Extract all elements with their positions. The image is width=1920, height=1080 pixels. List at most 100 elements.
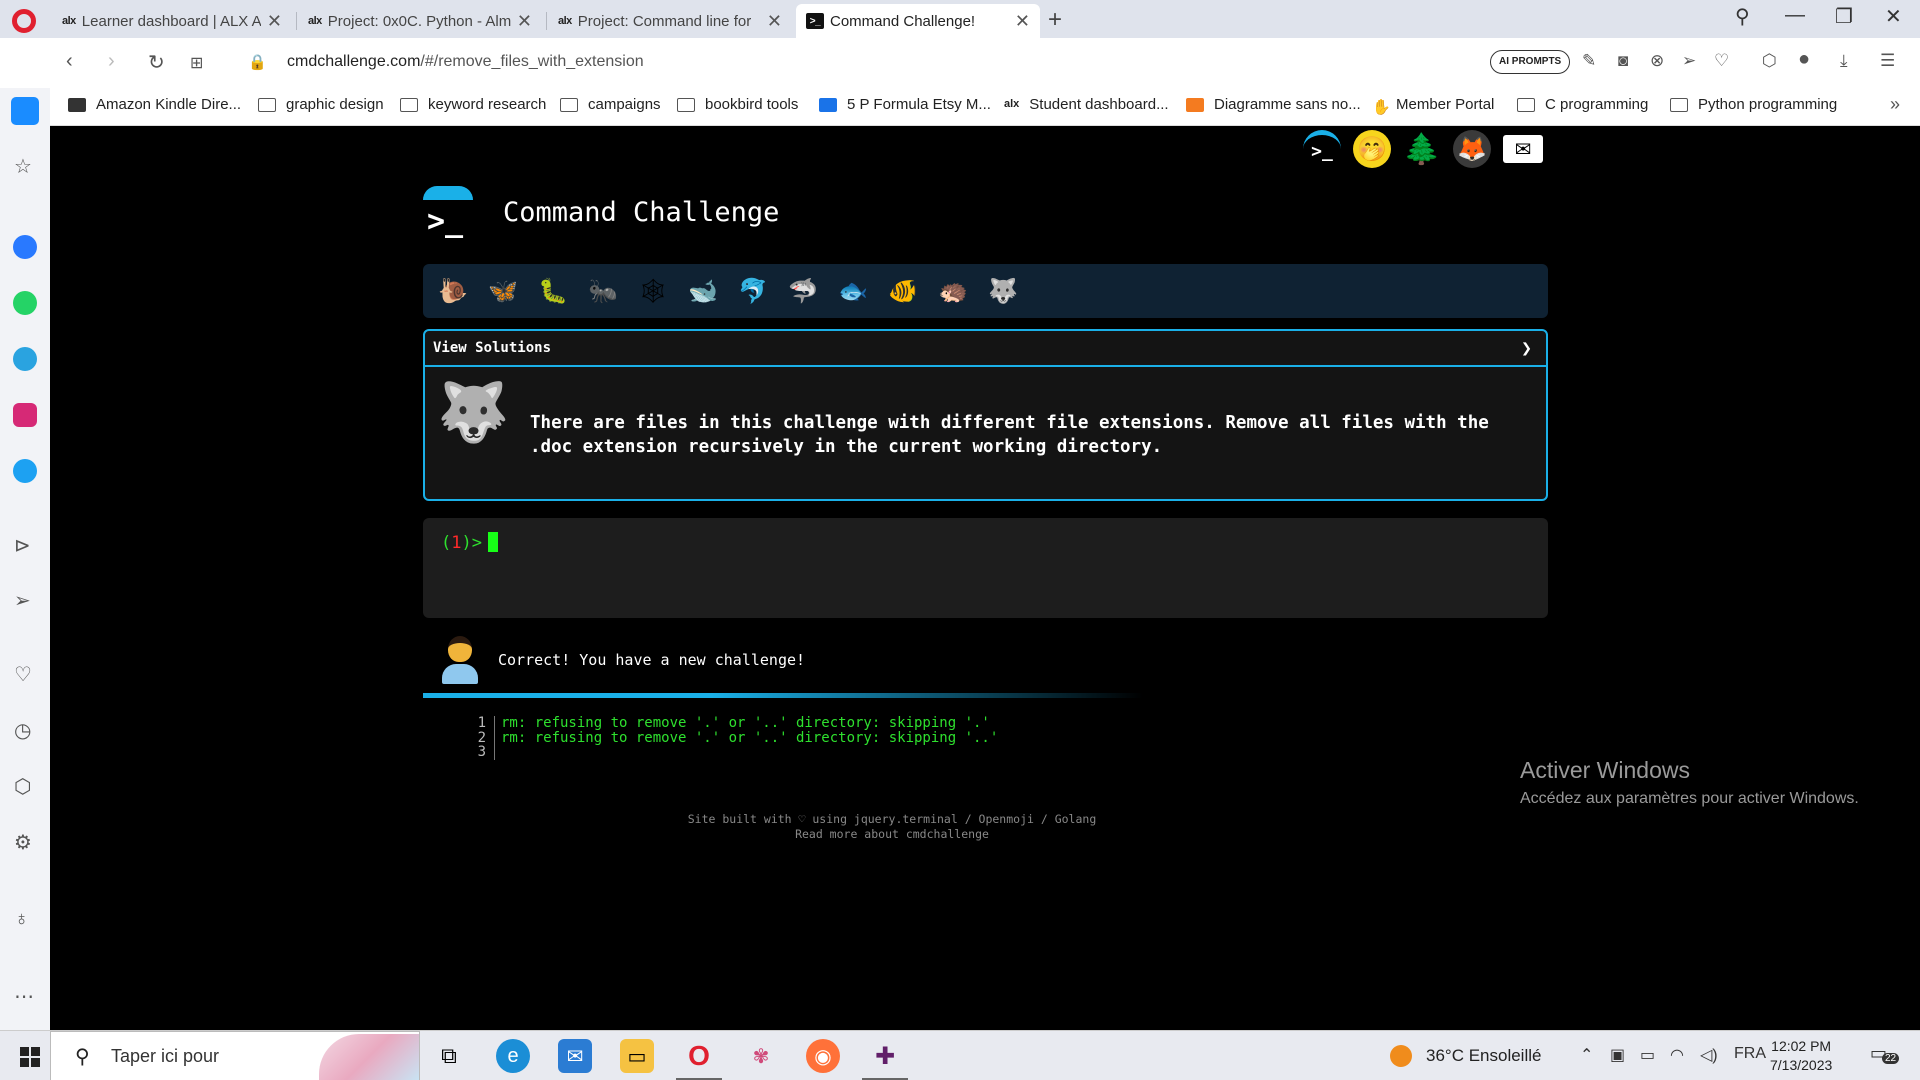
reload-icon[interactable]: ↻ — [148, 50, 165, 75]
profile-icon[interactable]: ● — [1798, 48, 1810, 71]
clock[interactable]: 12:02 PM 7/13/2023 — [1770, 1037, 1832, 1075]
tab-project-python[interactable]: alx Project: 0x0C. Python - Alm ✕ — [298, 4, 542, 38]
view-solutions-toggle[interactable]: View Solutions ❯ — [425, 331, 1546, 367]
settings-icon[interactable]: ⚙ — [14, 830, 32, 855]
chevron-up-icon[interactable]: ⌃ — [1580, 1045, 1593, 1065]
player-icon[interactable]: ⊳ — [14, 533, 31, 558]
close-window-icon[interactable]: ✕ — [1885, 4, 1902, 29]
bookmark-item[interactable]: ✋ Member Portal — [1372, 96, 1494, 116]
cube-icon[interactable]: ⬡ — [14, 774, 31, 799]
tab-command-challenge[interactable]: >_ Command Challenge! ✕ — [796, 4, 1040, 38]
battery-icon[interactable]: ▭ — [1640, 1045, 1655, 1065]
restore-icon[interactable]: ❐ — [1835, 4, 1853, 29]
tree-icon[interactable]: 🌲 — [1403, 130, 1441, 168]
more-icon[interactable]: ⋯ — [14, 984, 34, 1009]
star-icon[interactable]: ☆ — [14, 154, 32, 179]
bookmark-item[interactable]: Python programming — [1670, 96, 1837, 113]
start-button[interactable] — [20, 1047, 40, 1067]
volume-icon[interactable]: ◁) — [1700, 1045, 1718, 1065]
whatsapp-icon[interactable] — [13, 291, 37, 315]
bookmark-item[interactable]: graphic design — [258, 96, 384, 113]
bookmark-item[interactable]: 5 P Formula Etsy M... — [819, 96, 991, 113]
footer-credits[interactable]: Site built with ♡ using jquery.terminal … — [50, 812, 1734, 827]
snail-icon[interactable]: 🐌 — [435, 273, 471, 309]
twitter-icon[interactable] — [13, 459, 37, 483]
language-indicator[interactable]: FRA — [1734, 1045, 1766, 1063]
cube-icon[interactable]: ⬡ — [1762, 51, 1777, 71]
butterfly-icon[interactable]: 🦋 — [485, 273, 521, 309]
send-icon[interactable]: ➢ — [1682, 51, 1696, 71]
close-icon[interactable]: ✕ — [767, 11, 782, 32]
bookmark-item[interactable]: Diagramme sans no... — [1186, 96, 1361, 113]
bookmark-item[interactable]: C programming — [1517, 96, 1648, 113]
face-emoji-icon[interactable]: 🤭 — [1353, 130, 1391, 168]
weather-widget[interactable]: 36°C Ensoleillé — [1390, 1045, 1541, 1067]
firefox-icon[interactable]: ◉ — [806, 1039, 840, 1073]
opera-icon[interactable]: O — [676, 1039, 722, 1080]
heart-icon[interactable]: ♡ — [14, 662, 32, 687]
forward-icon[interactable]: › — [108, 50, 115, 73]
heart-icon[interactable]: ♡ — [1714, 51, 1729, 71]
shark-icon[interactable]: 🦈 — [785, 273, 821, 309]
lightbulb-icon[interactable]: ♁ — [14, 908, 29, 931]
terminal-input[interactable]: (1)> — [423, 518, 1548, 618]
home-icon[interactable] — [11, 97, 39, 125]
bookmark-item[interactable]: alx Student dashboard... — [1004, 96, 1169, 113]
wifi-icon[interactable]: ◠ — [1670, 1045, 1684, 1065]
edge-icon[interactable]: e — [496, 1039, 530, 1073]
camera-icon[interactable]: ◙ — [1618, 51, 1628, 71]
ant-icon[interactable]: 🐜 — [585, 273, 621, 309]
search-tabs-icon[interactable]: ⚲ — [1735, 4, 1750, 29]
new-tab-button[interactable]: + — [1048, 6, 1062, 34]
divider-line — [423, 693, 1143, 698]
back-icon[interactable]: ‹ — [66, 50, 73, 73]
file-explorer-icon[interactable]: ▭ — [620, 1039, 654, 1073]
meet-icon[interactable]: ▣ — [1610, 1045, 1625, 1065]
search-highlight-art — [319, 1034, 419, 1080]
ai-prompts-button[interactable]: AI PROMPTS — [1490, 50, 1571, 74]
menu-icon[interactable]: ☰ — [1880, 51, 1895, 71]
opera-logo-icon[interactable] — [12, 9, 36, 33]
bookmark-item[interactable]: Amazon Kindle Dire... — [68, 96, 241, 113]
close-icon[interactable]: ✕ — [1015, 11, 1030, 32]
app-icon[interactable]: ✾ — [744, 1039, 778, 1073]
fish-icon[interactable]: 🐟 — [835, 273, 871, 309]
more-bookmarks-icon[interactable]: » — [1890, 94, 1900, 115]
tropical-fish-icon[interactable]: 🐠 — [885, 273, 921, 309]
bookmark-item[interactable]: campaigns — [560, 96, 661, 113]
close-icon[interactable]: ✕ — [267, 11, 282, 32]
telegram-icon[interactable] — [13, 347, 37, 371]
chevron-right-icon[interactable]: ❯ — [1521, 338, 1532, 359]
activate-subtitle: Accédez aux paramètres pour activer Wind… — [1520, 790, 1859, 807]
hedgehog-icon[interactable]: 🦔 — [935, 273, 971, 309]
taskbar-search[interactable]: ⚲ Taper ici pour — [50, 1031, 420, 1080]
download-icon[interactable]: ⤓ — [1840, 51, 1848, 71]
slack-icon[interactable]: ✚ — [862, 1039, 908, 1080]
mail-icon[interactable]: ✉ — [1503, 135, 1543, 163]
bookmark-item[interactable]: bookbird tools — [677, 96, 798, 113]
worm-icon[interactable]: 🐛 — [535, 273, 571, 309]
bookmark-item[interactable]: keyword research — [400, 96, 546, 113]
messenger-icon[interactable] — [13, 235, 37, 259]
wolf-icon[interactable]: 🐺 — [985, 273, 1021, 309]
adblock-icon[interactable]: ⊗ — [1650, 51, 1664, 71]
mail-icon[interactable]: ✉ — [558, 1039, 592, 1073]
task-view-icon[interactable]: ⧉ — [432, 1039, 466, 1073]
history-icon[interactable]: ◷ — [14, 718, 31, 743]
send-icon[interactable]: ➢ — [14, 588, 31, 613]
notifications-icon[interactable]: ▭ 22 — [1870, 1043, 1900, 1064]
tab-learner-dashboard[interactable]: alx Learner dashboard | ALX Ai ✕ — [52, 4, 292, 38]
footer-about-link[interactable]: Read more about cmdchallenge — [50, 827, 1734, 842]
spider-web-icon[interactable]: 🕸 — [635, 273, 671, 309]
close-icon[interactable]: ✕ — [517, 11, 532, 32]
minimize-icon[interactable]: — — [1785, 4, 1805, 27]
dolphin-icon[interactable]: 🐬 — [735, 273, 771, 309]
tab-project-command-line[interactable]: alx Project: Command line for ✕ — [548, 4, 792, 38]
tiles-icon[interactable]: ⊞ — [190, 53, 203, 73]
edit-icon[interactable]: ✎ — [1582, 51, 1596, 71]
instagram-icon[interactable] — [13, 403, 37, 427]
terminal-icon[interactable]: >_ — [1303, 130, 1341, 168]
whale-icon[interactable]: 🐋 — [685, 273, 721, 309]
url-field[interactable]: cmdchallenge.com/#/remove_files_with_ext… — [287, 53, 644, 71]
gitlab-icon[interactable]: 🦊 — [1453, 130, 1491, 168]
